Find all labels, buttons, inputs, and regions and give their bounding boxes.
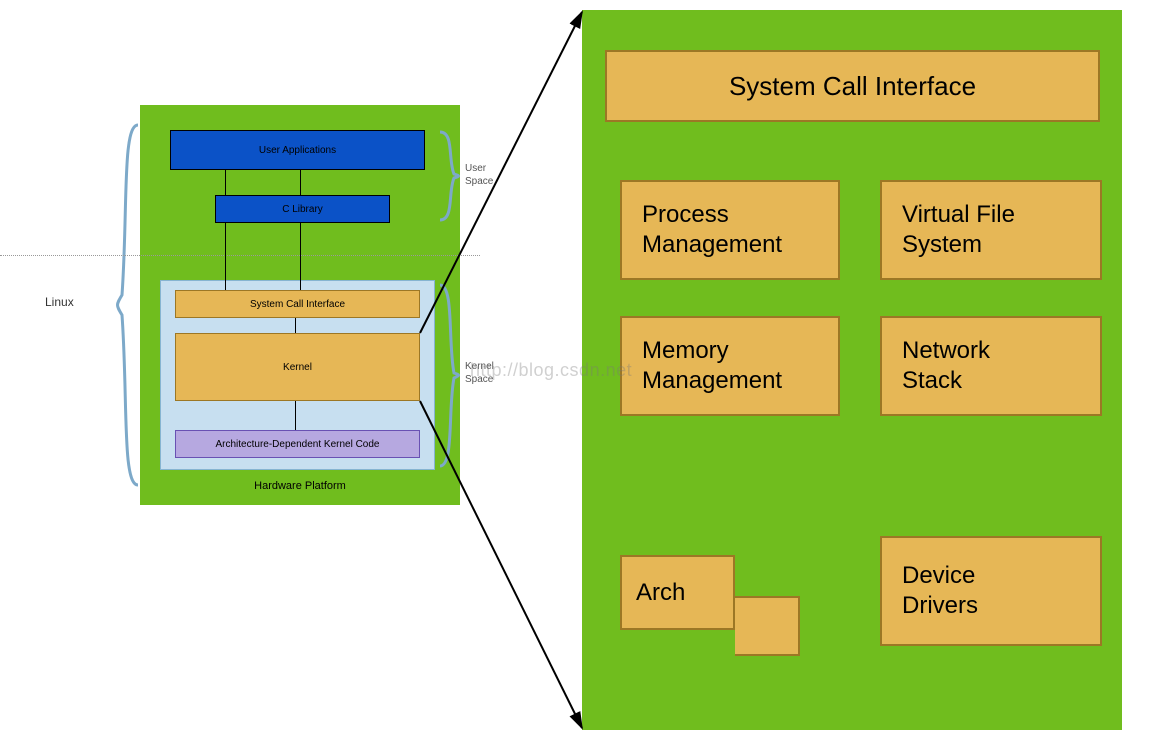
hardware-platform-label: Hardware Platform — [160, 480, 440, 492]
sci-big-box: System Call Interface — [605, 50, 1100, 122]
connector-line — [295, 401, 296, 430]
user-applications-box: User Applications — [170, 130, 425, 170]
dotted-separator — [0, 255, 480, 256]
brace-kernel-space-icon — [438, 283, 460, 468]
memory-management-box: Memory Management — [620, 316, 840, 416]
watermark-text: http://blog.csdn.net — [470, 360, 632, 381]
sci-box: System Call Interface — [175, 290, 420, 318]
linux-label: Linux — [45, 295, 74, 309]
connector-line — [300, 170, 301, 195]
arch-dependent-code-box: Architecture-Dependent Kernel Code — [175, 430, 420, 458]
brace-linux-icon — [110, 120, 140, 490]
network-stack-box: Network Stack — [880, 316, 1102, 416]
connector-line — [300, 223, 301, 290]
connector-line — [295, 318, 296, 333]
connector-line — [225, 170, 226, 195]
brace-user-space-icon — [438, 130, 460, 222]
virtual-file-system-box: Virtual File System — [880, 180, 1102, 280]
arch-puzzle-tab — [735, 596, 800, 656]
process-management-box: Process Management — [620, 180, 840, 280]
arch-box: Arch — [620, 555, 735, 630]
c-library-box: C Library — [215, 195, 390, 223]
diagram-root: Linux User Applications C Library System… — [0, 0, 1152, 741]
device-drivers-box: Device Drivers — [880, 536, 1102, 646]
user-space-label: User Space — [465, 162, 493, 188]
connector-line — [225, 223, 226, 290]
kernel-box: Kernel — [175, 333, 420, 401]
